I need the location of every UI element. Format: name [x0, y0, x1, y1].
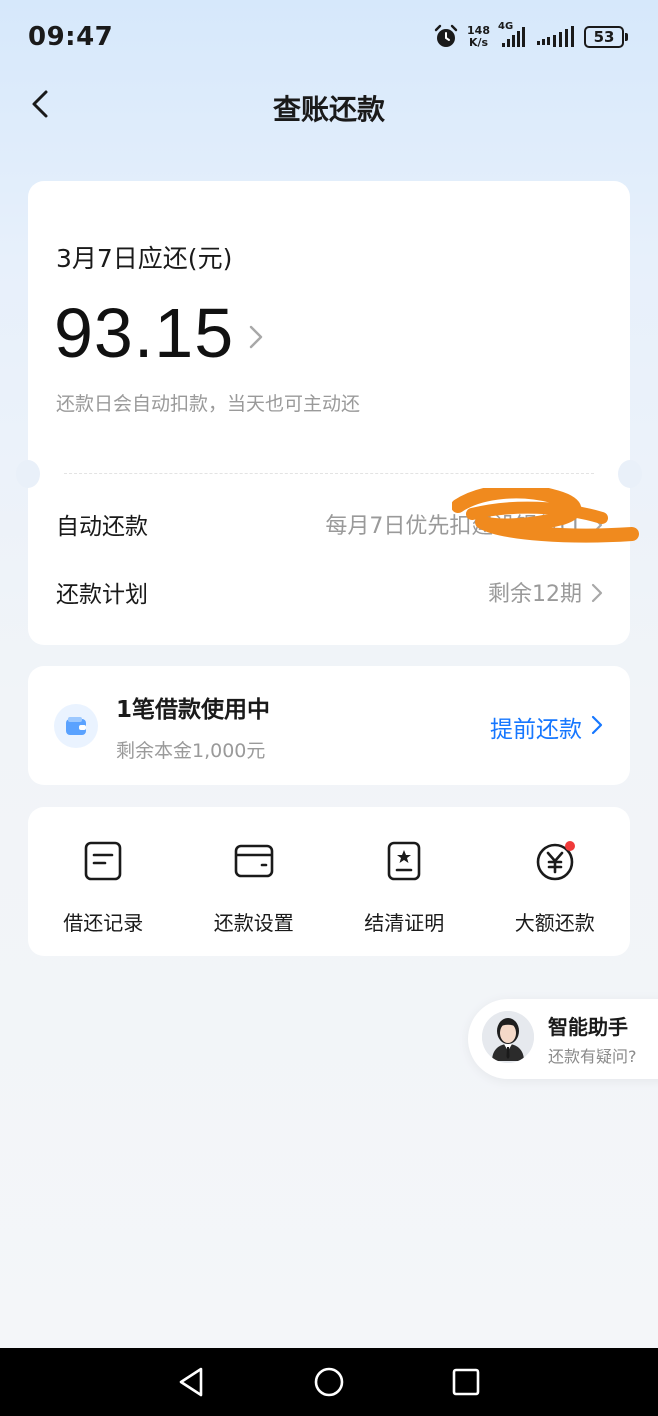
chevron-right-icon [591, 583, 603, 603]
loan-card[interactable]: 1笔借款使用中 剩余本金1,000元 提前还款 [28, 666, 630, 785]
yuan-coin-icon [536, 841, 575, 881]
tool-label: 大额还款 [514, 911, 595, 935]
ticket-notch [618, 460, 642, 488]
tool-loan-records[interactable]: 借还记录 [28, 807, 179, 956]
status-time: 09:47 [28, 22, 114, 52]
certificate-icon [387, 841, 421, 881]
speed-unit: K/s [468, 36, 489, 49]
due-card: 3月7日应还(元) 93.15 还款日会自动扣款，当天也可主动还 自动还款 每月… [16, 181, 642, 645]
tools-card: 借还记录 还款设置 结清证明 大额还款 [28, 807, 630, 956]
wallet-icon [66, 717, 86, 735]
signal-4g-icon: 4G [498, 21, 528, 49]
divider [64, 473, 594, 474]
chevron-right-icon [249, 325, 263, 349]
tool-label: 结清证明 [364, 911, 445, 935]
tool-repay-settings[interactable]: 还款设置 [179, 807, 330, 956]
due-amount-link[interactable]: 93.15 [54, 293, 264, 373]
battery-icon: 53 [584, 26, 628, 48]
nav-back-icon[interactable] [176, 1366, 208, 1398]
record-icon [84, 841, 122, 881]
system-nav-bar [0, 1348, 658, 1416]
wallet-badge [54, 704, 98, 748]
loan-title: 1笔借款使用中 [116, 697, 271, 723]
alarm-icon [434, 24, 458, 47]
tool-label: 还款设置 [213, 911, 294, 935]
repay-plan-label: 还款计划 [56, 582, 148, 608]
assistant-avatar [482, 1011, 534, 1063]
chevron-right-icon [591, 715, 603, 735]
battery-level: 53 [584, 26, 624, 48]
signal-icon [537, 26, 574, 47]
due-date-label: 3月7日应还(元) [56, 244, 233, 273]
assistant-title: 智能助手 [548, 1015, 628, 1039]
smart-assistant-button[interactable]: 智能助手 还款有疑问? [468, 999, 658, 1079]
assistant-subtitle: 还款有疑问? [548, 1047, 637, 1066]
header: 查账还款 [0, 78, 658, 138]
tool-settlement-certificate[interactable]: 结清证明 [329, 807, 480, 956]
auto-repay-label: 自动还款 [56, 514, 148, 540]
nav-home-icon[interactable] [313, 1366, 345, 1398]
wallet-icon [234, 844, 274, 878]
prepay-button[interactable]: 提前还款 [490, 710, 582, 744]
tool-label: 借还记录 [63, 911, 144, 935]
tool-large-repayment[interactable]: 大额还款 [480, 807, 631, 956]
ticket-notch [16, 460, 40, 488]
status-bar: 09:47 148 K/s 4G 53 [0, 0, 658, 78]
due-note: 还款日会自动扣款，当天也可主动还 [56, 393, 361, 415]
network-speed: 148 K/s [467, 25, 490, 49]
loan-remaining: 剩余本金1,000元 [116, 740, 266, 762]
due-amount: 93.15 [54, 294, 235, 372]
nav-recents-icon[interactable] [450, 1366, 482, 1398]
status-icons: 148 K/s 4G 53 [433, 21, 628, 50]
redaction-scribble [452, 488, 639, 543]
repay-plan-row[interactable]: 还款计划 剩余12期 [28, 562, 630, 622]
repay-plan-value: 剩余12期 [488, 582, 582, 607]
page-title: 查账还款 [272, 93, 385, 126]
